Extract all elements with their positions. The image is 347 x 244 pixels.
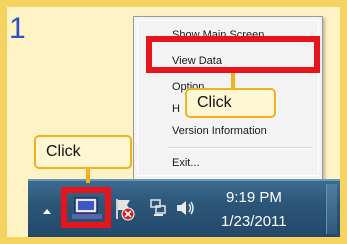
menu-separator xyxy=(168,147,312,149)
clock-date[interactable]: 1/23/2011 xyxy=(221,213,287,230)
view-data-highlight xyxy=(146,36,320,73)
volume-icon[interactable] xyxy=(175,198,197,218)
tray-click-callout: Click xyxy=(34,135,132,169)
action-center-flag-icon[interactable] xyxy=(114,198,136,222)
menu-item-version-information[interactable]: Version Information xyxy=(172,125,267,137)
network-icon[interactable] xyxy=(148,198,168,218)
menu-item-help[interactable]: H xyxy=(172,103,180,115)
menu-click-callout: Click xyxy=(185,88,276,118)
tray-callout-pointer xyxy=(86,169,90,183)
step-number: 1 xyxy=(9,12,26,45)
show-hidden-icons-arrow-icon[interactable] xyxy=(42,207,52,215)
show-desktop-button[interactable] xyxy=(326,184,337,234)
taskbar-gloss xyxy=(28,179,340,181)
menu-callout-pointer xyxy=(231,73,235,89)
menu-item-exit[interactable]: Exit... xyxy=(172,157,200,169)
clock-time[interactable]: 9:19 PM xyxy=(226,189,282,206)
app-tray-icon-highlight xyxy=(61,187,111,228)
